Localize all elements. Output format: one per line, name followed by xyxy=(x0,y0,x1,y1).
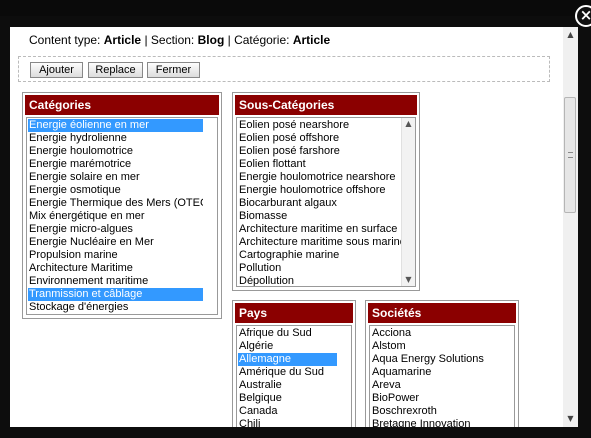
grip-icon xyxy=(568,152,573,158)
list-item[interactable]: Cartographie marine xyxy=(238,249,401,262)
content-type-label: Content type: xyxy=(29,33,101,47)
scroll-up-arrow-icon[interactable]: ▲ xyxy=(563,29,578,41)
list-item[interactable]: Acciona xyxy=(371,327,500,340)
list-item[interactable]: Biocarburant algaux xyxy=(238,197,401,210)
list-item[interactable]: Energie éolienne en mer xyxy=(28,119,203,132)
list-item[interactable]: BioPower xyxy=(371,392,500,405)
list-item[interactable]: Energie marémotrice xyxy=(28,158,203,171)
list-item[interactable]: Boschrexroth xyxy=(371,405,500,418)
scroll-down-arrow-icon[interactable]: ▼ xyxy=(402,274,415,286)
categories-title: Catégories xyxy=(25,95,219,115)
sous-categories-panel: Sous-Catégories Eolien posé nearshore Eol… xyxy=(232,92,420,291)
sous-categories-title: Sous-Catégories xyxy=(235,95,417,115)
list-item[interactable]: Energie Thermique des Mers (OTEC) xyxy=(28,197,203,210)
list-item[interactable]: Afrique du Sud xyxy=(238,327,337,340)
categorie-label: Catégorie: xyxy=(234,33,290,47)
list-item[interactable]: Energie micro-algues xyxy=(28,223,203,236)
categories-panel: Catégories Energie éolienne en mer Energi… xyxy=(22,92,222,319)
separator: | xyxy=(227,33,231,47)
toolbar: Ajouter Replace Fermer xyxy=(18,56,550,82)
scroll-up-arrow-icon[interactable]: ▲ xyxy=(402,118,415,130)
list-item[interactable]: Architecture Maritime xyxy=(28,262,203,275)
dialog-scrollbar[interactable]: ▲ ▼ xyxy=(563,27,578,427)
replace-button[interactable]: Replace xyxy=(88,62,143,78)
categories-listbox[interactable]: Energie éolienne en mer Energie hydrolien… xyxy=(26,117,218,315)
list-item[interactable]: Propulsion marine xyxy=(28,249,203,262)
list-item[interactable]: Aquamarine xyxy=(371,366,500,379)
list-item[interactable]: Energie Nucléaire en Mer xyxy=(28,236,203,249)
close-button[interactable]: Fermer xyxy=(147,62,200,78)
add-button[interactable]: Ajouter xyxy=(30,62,83,78)
list-scrollbar[interactable]: ▲ ▼ xyxy=(401,118,415,286)
scroll-down-arrow-icon[interactable]: ▼ xyxy=(563,413,578,425)
list-item[interactable]: Belgique xyxy=(238,392,337,405)
list-item[interactable]: Bretagne Innovation xyxy=(371,418,500,427)
sous-categories-listbox[interactable]: Eolien posé nearshore Eolien posé offshor… xyxy=(236,117,416,287)
list-item[interactable]: Allemagne xyxy=(238,353,337,366)
list-item[interactable]: Energie osmotique xyxy=(28,184,203,197)
pays-title: Pays xyxy=(235,303,353,323)
list-item[interactable]: Aqua Energy Solutions xyxy=(371,353,500,366)
list-item[interactable]: Environnement maritime xyxy=(28,275,203,288)
list-item[interactable]: Chili xyxy=(238,418,337,427)
content-type-line: Content type: Article | Section: Blog | … xyxy=(29,33,330,47)
pays-listbox[interactable]: Afrique du Sud Algérie Allemagne Amérique d… xyxy=(236,325,352,427)
list-item[interactable]: Algérie xyxy=(238,340,337,353)
list-item[interactable]: Dépollution xyxy=(238,275,401,286)
section-label: Section: xyxy=(150,33,195,47)
list-item[interactable]: Energie houlomotrice xyxy=(28,145,203,158)
societes-listbox[interactable]: Acciona Alstom Aqua Energy Solutions Aquama… xyxy=(369,325,515,427)
list-item[interactable]: Energie solaire en mer xyxy=(28,171,203,184)
list-item[interactable]: Pollution xyxy=(238,262,401,275)
section-value: Blog xyxy=(197,33,225,47)
list-item[interactable]: Eolien flottant xyxy=(238,158,401,171)
top-bar xyxy=(0,0,591,16)
list-item[interactable]: Biomasse xyxy=(238,210,401,223)
list-item[interactable]: Architecture maritime sous marine xyxy=(238,236,401,249)
list-item[interactable]: Mix énergétique en mer xyxy=(28,210,203,223)
list-item[interactable]: Tranmission et câblage xyxy=(28,288,203,301)
list-item[interactable]: Architecture maritime en surface xyxy=(238,223,401,236)
close-icon[interactable]: × xyxy=(575,5,591,27)
modal-dialog: Content type: Article | Section: Blog | … xyxy=(10,27,578,427)
list-item[interactable]: Stockage d'énergies xyxy=(28,301,203,314)
list-item[interactable]: Australie xyxy=(238,379,337,392)
separator: | xyxy=(144,33,148,47)
list-item[interactable]: Canada xyxy=(238,405,337,418)
list-item[interactable]: Alstom xyxy=(371,340,500,353)
societes-panel: Sociétés Acciona Alstom Aqua Energy Soluti… xyxy=(365,300,519,427)
list-item[interactable]: Energie hydrolienne xyxy=(28,132,203,145)
list-item[interactable]: Eolien posé offshore xyxy=(238,132,401,145)
list-item[interactable]: Eolien posé farshore xyxy=(238,145,401,158)
list-item[interactable]: Areva xyxy=(371,379,500,392)
pays-panel: Pays Afrique du Sud Algérie Allemagne Améri… xyxy=(232,300,356,427)
list-item[interactable]: Amérique du Sud xyxy=(238,366,337,379)
scrollbar-thumb[interactable] xyxy=(564,97,576,213)
list-item[interactable]: Energie houlomotrice offshore xyxy=(238,184,401,197)
list-item[interactable]: Eolien posé nearshore xyxy=(238,119,401,132)
content-type-value: Article xyxy=(103,33,142,47)
list-item[interactable]: Energie houlomotrice nearshore xyxy=(238,171,401,184)
societes-title: Sociétés xyxy=(368,303,516,323)
categorie-value: Article xyxy=(292,33,331,47)
